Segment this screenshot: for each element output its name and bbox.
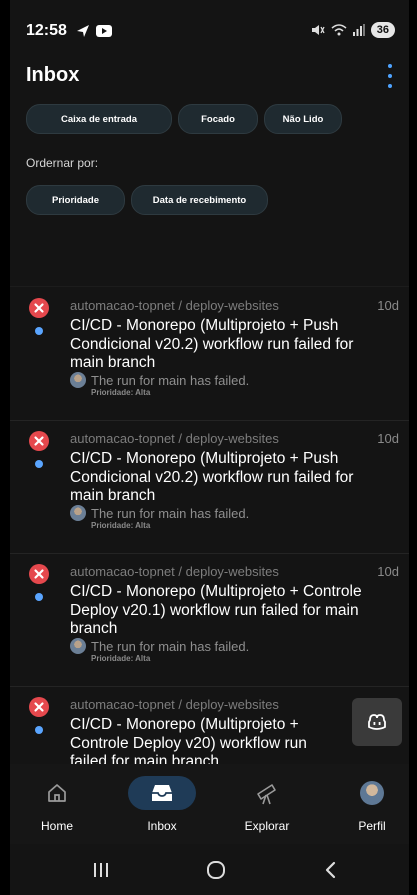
inbox-icon [152,785,172,801]
bottom-navigation: Home Inbox Explorar Perfil [10,764,409,844]
avatar [70,372,86,388]
workflow-failed-icon [29,697,49,717]
status-time: 12:58 [26,22,67,39]
filter-chip-unread[interactable]: Não Lido [264,104,342,134]
avatar [360,781,384,805]
status-bar: 12:58 36 [10,0,409,62]
nav-label-inbox: Inbox [147,819,177,833]
wifi-icon [331,24,347,36]
unread-dot [35,726,43,734]
sort-label: Ordernar por: [26,156,99,170]
nav-label-explore: Explorar [244,819,290,833]
nav-item-inbox[interactable]: Inbox [117,764,207,844]
unread-dot [35,593,43,601]
telescope-icon [257,784,276,805]
notification-priority: Prioridade: Alta [91,521,151,530]
youtube-icon [96,25,112,37]
avatar [70,505,86,521]
battery-level: 36 [370,22,395,38]
navigation-icon [77,25,89,37]
notification-repo: automacao-topnet / deploy-websites [70,431,279,446]
notification-age: 10d [377,298,399,313]
notification-title: CI/CD - Monorepo (Multiprojeto + Control… [70,583,362,637]
copilot-button[interactable] [352,698,402,746]
notification-item[interactable]: automacao-topnet / deploy-websites 10d C… [10,421,409,554]
home-icon [48,784,66,802]
nav-label-home: Home [40,819,73,833]
notification-subtitle: The run for main has failed. [91,505,250,521]
recents-icon[interactable] [71,854,131,886]
notification-age: 10d [377,431,399,446]
back-icon[interactable] [301,854,361,886]
filter-chip-inbox[interactable]: Caixa de entrada [26,104,172,134]
notification-item[interactable]: automacao-topnet / deploy-websites 10d C… [10,288,409,421]
filter-chips: Caixa de entrada Focado Não Lido [26,104,342,134]
home-circle-icon[interactable] [186,854,246,886]
unread-dot [35,327,43,335]
workflow-failed-icon [29,564,49,584]
notification-subtitle: The run for main has failed. [91,372,250,388]
sort-chips: Prioridade Data de recebimento [26,185,268,215]
nav-label-profile: Perfil [358,819,386,833]
copilot-icon [368,714,386,730]
mute-icon [311,25,325,35]
sort-chip-priority[interactable]: Prioridade [26,185,125,215]
nav-item-profile[interactable]: Perfil [327,764,409,844]
workflow-failed-icon [29,431,49,451]
notification-title: CI/CD - Monorepo (Multiprojeto + Push Co… [70,317,354,371]
sort-chip-received-date[interactable]: Data de recebimento [131,185,268,215]
nav-item-explore[interactable]: Explorar [222,764,312,844]
system-navigation-bar [10,844,409,895]
notification-subtitle: The run for main has failed. [91,638,250,654]
signal-icon [352,24,365,36]
divider [10,286,409,287]
page-title: Inbox [26,64,80,86]
notification-priority: Prioridade: Alta [91,388,151,397]
unread-dot [35,460,43,468]
notification-repo: automacao-topnet / deploy-websites [70,697,279,712]
workflow-failed-icon [29,298,49,318]
notification-priority: Prioridade: Alta [91,654,151,663]
notification-repo: automacao-topnet / deploy-websites [70,298,279,313]
filter-chip-focused[interactable]: Focado [178,104,258,134]
notification-age: 10d [377,564,399,579]
notification-title: CI/CD - Monorepo (Multiprojeto + Push Co… [70,450,354,504]
notification-item[interactable]: automacao-topnet / deploy-websites 10d C… [10,554,409,687]
avatar [70,638,86,654]
nav-item-home[interactable]: Home [12,764,102,844]
notification-repo: automacao-topnet / deploy-websites [70,564,279,579]
kebab-menu-icon[interactable] [385,64,395,88]
github-mobile-inbox-screen: 12:58 36 Inbox Caixa de entrada Focado N… [10,0,409,895]
